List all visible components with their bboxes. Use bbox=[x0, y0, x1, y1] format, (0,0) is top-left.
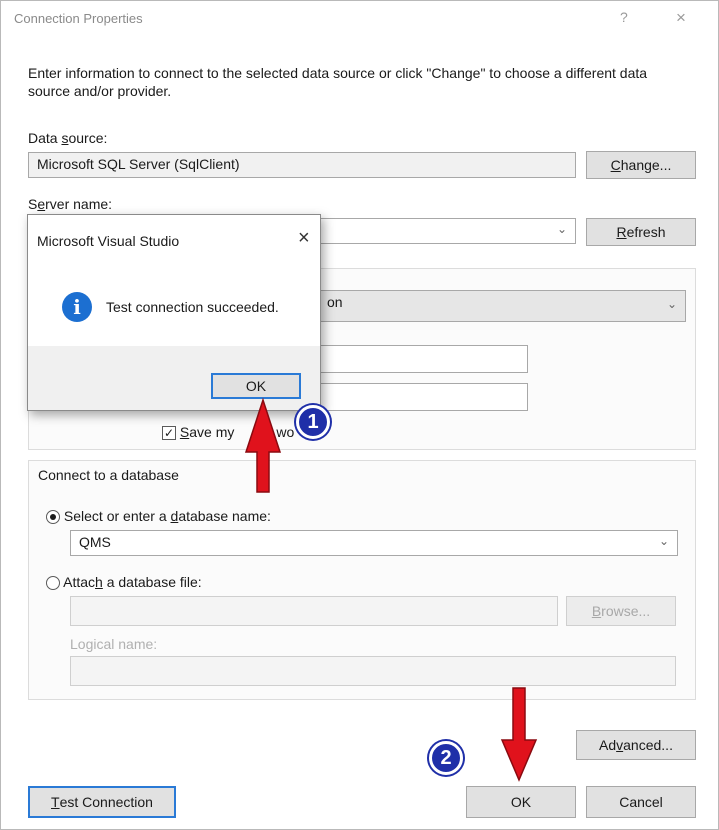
step-1-badge: 1 bbox=[296, 405, 330, 439]
arrow-down-annotation bbox=[500, 687, 538, 782]
arrow-up-annotation bbox=[244, 397, 282, 493]
step-2-badge: 2 bbox=[429, 741, 463, 775]
annotation-overlay bbox=[244, 397, 538, 782]
